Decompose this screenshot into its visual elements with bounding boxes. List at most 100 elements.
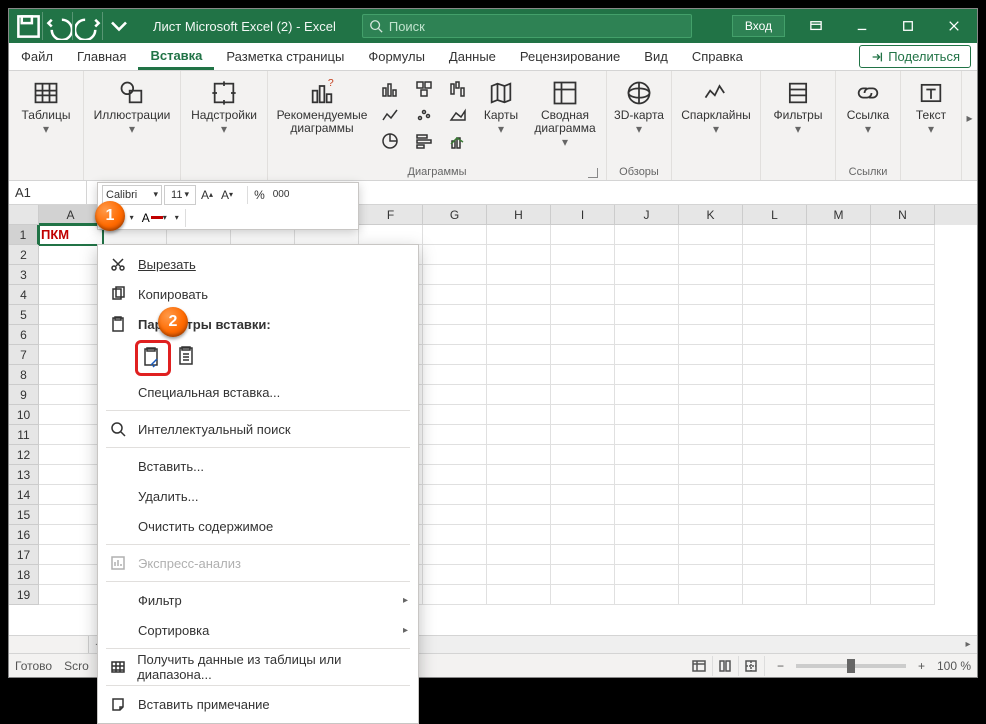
cell[interactable] (551, 505, 615, 525)
cell[interactable] (551, 405, 615, 425)
cell[interactable] (487, 525, 551, 545)
illustrations-button[interactable]: Иллюстрации▾ (90, 75, 174, 136)
cell[interactable] (743, 445, 807, 465)
search-box[interactable]: Поиск (362, 14, 692, 38)
cell[interactable] (487, 465, 551, 485)
cell[interactable] (679, 565, 743, 585)
cell[interactable] (871, 305, 935, 325)
share-button[interactable]: Поделиться (859, 45, 971, 68)
sparklines-button[interactable]: Спарклайны▾ (678, 75, 754, 136)
tab-file[interactable]: Файл (9, 43, 65, 70)
col-header[interactable]: F (359, 205, 423, 225)
cell[interactable] (487, 505, 551, 525)
addins-button[interactable]: Надстройки▾ (187, 75, 261, 136)
cell[interactable] (807, 445, 871, 465)
chart-combo-icon[interactable] (444, 129, 472, 153)
cell[interactable] (807, 345, 871, 365)
increase-decimal-icon[interactable] (189, 208, 195, 228)
cell[interactable] (743, 405, 807, 425)
cell[interactable] (551, 265, 615, 285)
tab-data[interactable]: Данные (437, 43, 508, 70)
tab-formulas[interactable]: Формулы (356, 43, 437, 70)
cell[interactable] (679, 465, 743, 485)
chart-line-icon[interactable] (376, 103, 404, 127)
cell[interactable] (551, 345, 615, 365)
cell[interactable] (39, 245, 103, 265)
cell[interactable] (743, 265, 807, 285)
cell[interactable] (615, 465, 679, 485)
zoom-level[interactable]: 100 % (937, 659, 971, 673)
cell[interactable] (551, 425, 615, 445)
cell[interactable] (551, 385, 615, 405)
col-header[interactable]: L (743, 205, 807, 225)
cell[interactable] (615, 405, 679, 425)
undo-icon[interactable] (45, 12, 73, 40)
cell[interactable] (423, 565, 487, 585)
paste-values-button[interactable] (174, 343, 202, 371)
row-header[interactable]: 8 (9, 365, 39, 385)
cell[interactable] (423, 265, 487, 285)
tab-pagelayout[interactable]: Разметка страницы (214, 43, 356, 70)
row-header[interactable]: 7 (9, 345, 39, 365)
cell[interactable] (871, 505, 935, 525)
cell[interactable] (807, 325, 871, 345)
cell[interactable] (487, 585, 551, 605)
cell[interactable] (679, 545, 743, 565)
link-button[interactable]: Ссылка▾ (842, 75, 894, 136)
cell[interactable] (551, 545, 615, 565)
cell[interactable] (39, 305, 103, 325)
cell[interactable] (423, 325, 487, 345)
cell[interactable] (615, 325, 679, 345)
zoom-in-button[interactable]: + (918, 659, 925, 673)
cell[interactable] (551, 445, 615, 465)
font-color-icon[interactable]: A▾ (139, 208, 170, 228)
chart-pie-icon[interactable] (376, 129, 404, 153)
pivotchart-button[interactable]: Сводная диаграмма▾ (530, 75, 600, 149)
cell[interactable] (743, 385, 807, 405)
cell[interactable] (423, 505, 487, 525)
zoom-out-button[interactable]: − (777, 659, 784, 673)
cell[interactable] (487, 545, 551, 565)
row-header[interactable]: 2 (9, 245, 39, 265)
ribbon-display-options-icon[interactable] (793, 9, 839, 43)
cell[interactable] (871, 365, 935, 385)
cell[interactable] (39, 525, 103, 545)
cell[interactable] (743, 325, 807, 345)
cell[interactable] (487, 225, 551, 245)
cell[interactable] (679, 585, 743, 605)
col-header[interactable]: A (39, 205, 103, 225)
cell[interactable] (39, 545, 103, 565)
increase-font-icon[interactable]: A▴ (198, 185, 216, 205)
cell[interactable] (679, 305, 743, 325)
cell[interactable] (679, 265, 743, 285)
cell[interactable] (39, 325, 103, 345)
col-header[interactable]: K (679, 205, 743, 225)
cell[interactable] (359, 225, 423, 245)
view-pagelayout-icon[interactable] (713, 656, 739, 676)
chart-waterfall-icon[interactable] (444, 77, 472, 101)
cell[interactable] (487, 425, 551, 445)
cell[interactable] (743, 345, 807, 365)
cell[interactable] (743, 285, 807, 305)
cell[interactable] (679, 225, 743, 245)
cell[interactable] (487, 445, 551, 465)
row-header[interactable]: 6 (9, 325, 39, 345)
cell[interactable] (615, 485, 679, 505)
cell[interactable] (487, 345, 551, 365)
cell[interactable] (871, 345, 935, 365)
ctx-get-data-table[interactable]: Получить данные из таблицы или диапазона… (98, 652, 418, 682)
cell[interactable] (743, 245, 807, 265)
cell[interactable] (743, 585, 807, 605)
ctx-add-note[interactable]: Вставить примечание (98, 689, 418, 719)
cell[interactable] (487, 325, 551, 345)
redo-icon[interactable] (75, 12, 103, 40)
cell[interactable] (871, 325, 935, 345)
cell[interactable] (39, 485, 103, 505)
col-header[interactable]: G (423, 205, 487, 225)
row-header[interactable]: 12 (9, 445, 39, 465)
row-header[interactable]: 19 (9, 585, 39, 605)
cell[interactable] (615, 425, 679, 445)
cell[interactable] (807, 385, 871, 405)
cell[interactable] (615, 245, 679, 265)
cell[interactable] (615, 565, 679, 585)
